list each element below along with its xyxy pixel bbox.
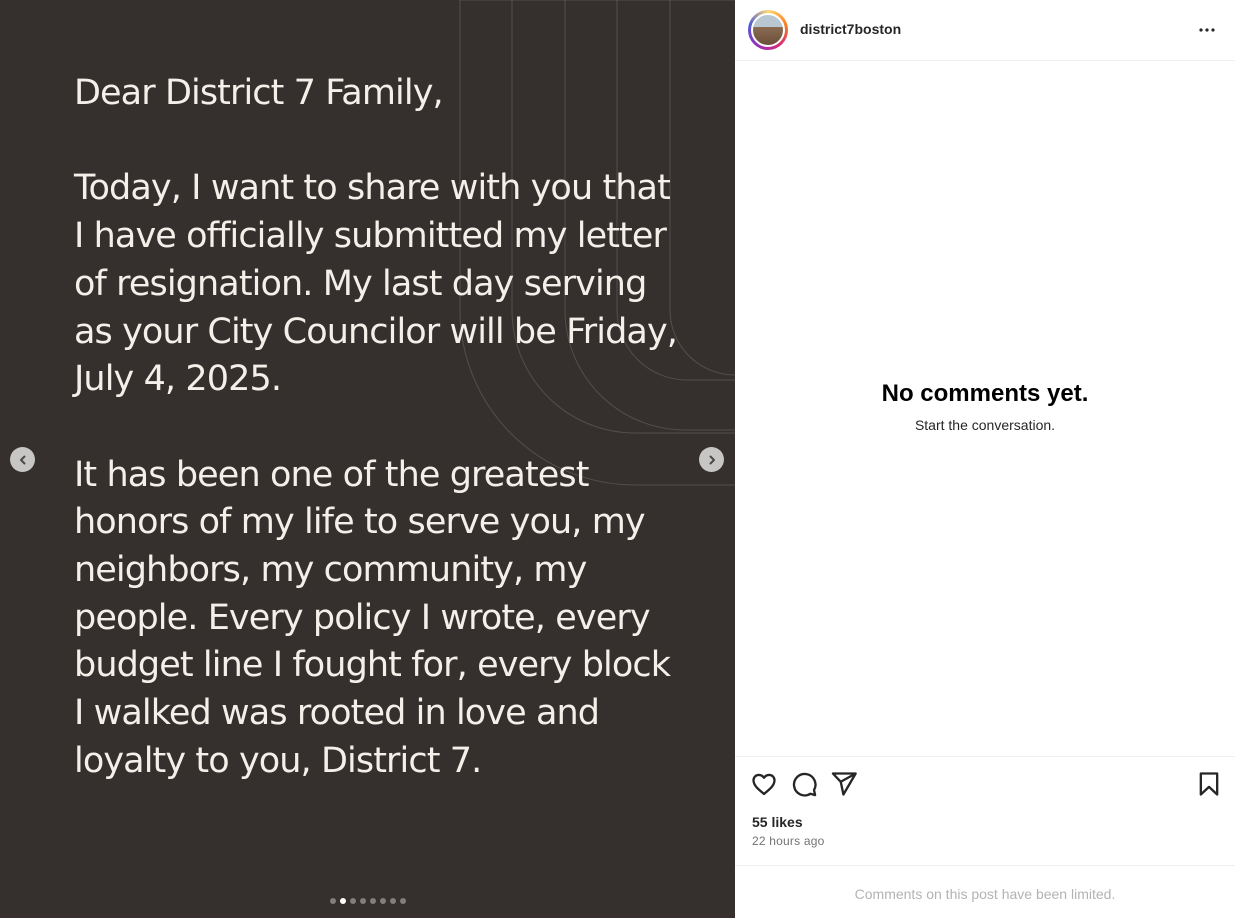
likes-count[interactable]: 55 likes [752,814,803,830]
slide-dot [380,898,386,904]
post-actions: 55 likes 22 hours ago [735,756,1235,866]
bookmark-icon[interactable] [1195,770,1223,798]
empty-title: No comments yet. [881,380,1089,407]
post-media: Dear District 7 Family, Today, I want to… [0,0,735,918]
letter-paragraph-2: It has been one of the greatest honors o… [74,454,671,781]
post-side-panel: district7boston No comments yet. Start t… [735,0,1235,918]
slide-dot [390,898,396,904]
comments-empty-state: No comments yet. Start the conversation. [735,380,1235,433]
previous-slide-button[interactable] [10,447,35,472]
slide-dot [340,898,346,904]
heart-icon[interactable] [750,770,778,798]
letter-greeting: Dear District 7 Family, [74,73,444,113]
share-icon[interactable] [830,770,858,798]
chevron-right-icon [709,455,715,464]
comments-limited-notice: Comments on this post have been limited. [854,886,1116,902]
avatar[interactable] [748,10,788,50]
profile-photo [751,13,785,47]
post-timestamp[interactable]: 22 hours ago [752,834,824,848]
slide-dot [370,898,376,904]
empty-subtitle: Start the conversation. [914,417,1056,433]
next-slide-button[interactable] [699,447,724,472]
post-header: district7boston [735,0,1235,61]
resignation-letter: Dear District 7 Family, Today, I want to… [74,70,684,786]
comment-icon[interactable] [790,770,818,798]
username-link[interactable]: district7boston [800,21,901,37]
letter-paragraph-1: Today, I want to share with you that I h… [74,168,678,400]
slide-dot [360,898,366,904]
more-horizontal-icon[interactable] [1197,20,1217,40]
slide-indicator [330,898,406,904]
slide-dot [400,898,406,904]
slide-dot [350,898,356,904]
chevron-left-icon [19,455,25,464]
slide-dot [330,898,336,904]
